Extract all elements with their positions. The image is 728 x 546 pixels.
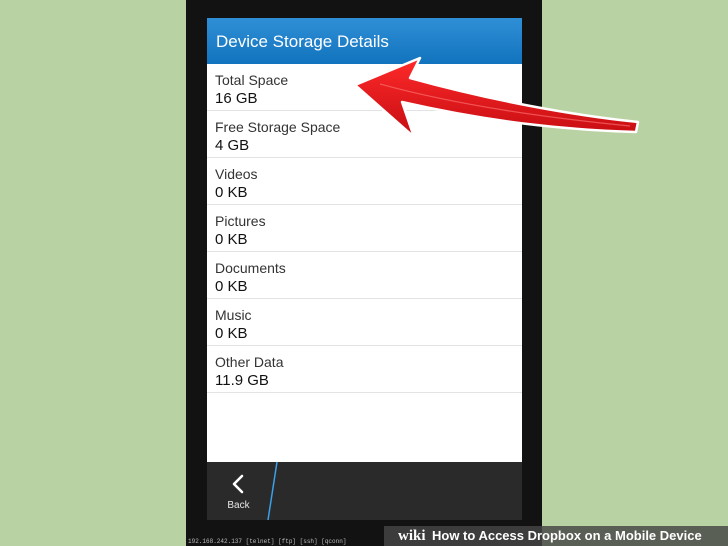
storage-list: Total Space 16 GB Free Storage Space 4 G… <box>207 64 522 393</box>
chevron-left-icon <box>232 474 244 494</box>
back-button[interactable]: Back <box>207 462 270 520</box>
wiki-logo-text: wiki <box>398 528 426 544</box>
list-item-value: 0 KB <box>215 325 248 342</box>
list-item-label: Other Data <box>215 354 284 370</box>
list-item-value: 0 KB <box>215 184 248 201</box>
title-bar: Device Storage Details <box>207 18 522 64</box>
action-bar: Back <box>207 462 522 520</box>
status-line: 192.168.242.137 [telnet] [ftp] [ssh] [qc… <box>188 538 347 545</box>
list-item-label: Total Space <box>215 72 289 88</box>
list-item-documents[interactable]: Documents 0 KB <box>207 252 522 299</box>
list-item-label: Pictures <box>215 213 266 229</box>
list-item-label: Videos <box>215 166 258 182</box>
list-item-videos[interactable]: Videos 0 KB <box>207 158 522 205</box>
list-item-total-space[interactable]: Total Space 16 GB <box>207 64 522 111</box>
list-item-label: Music <box>215 307 252 323</box>
list-item-value: 4 GB <box>215 137 250 154</box>
list-item-other-data[interactable]: Other Data 11.9 GB <box>207 346 522 393</box>
list-item-value: 0 KB <box>215 278 248 295</box>
banner-title: How to Access Dropbox on a Mobile Device <box>432 528 702 543</box>
back-label: Back <box>227 500 250 511</box>
page-title: Device Storage Details <box>216 32 389 51</box>
list-item-music[interactable]: Music 0 KB <box>207 299 522 346</box>
list-item-value: 0 KB <box>215 231 248 248</box>
list-item-pictures[interactable]: Pictures 0 KB <box>207 205 522 252</box>
list-item-free-storage-space[interactable]: Free Storage Space 4 GB <box>207 111 522 158</box>
wikihow-banner: wiki How to Access Dropbox on a Mobile D… <box>384 526 728 546</box>
list-item-value: 11.9 GB <box>215 372 269 389</box>
list-item-label: Free Storage Space <box>215 119 341 135</box>
action-bar-divider <box>267 462 278 520</box>
device-screen: Device Storage Details Total Space 16 GB… <box>207 18 522 520</box>
list-item-label: Documents <box>215 260 286 276</box>
list-item-value: 16 GB <box>215 90 258 107</box>
